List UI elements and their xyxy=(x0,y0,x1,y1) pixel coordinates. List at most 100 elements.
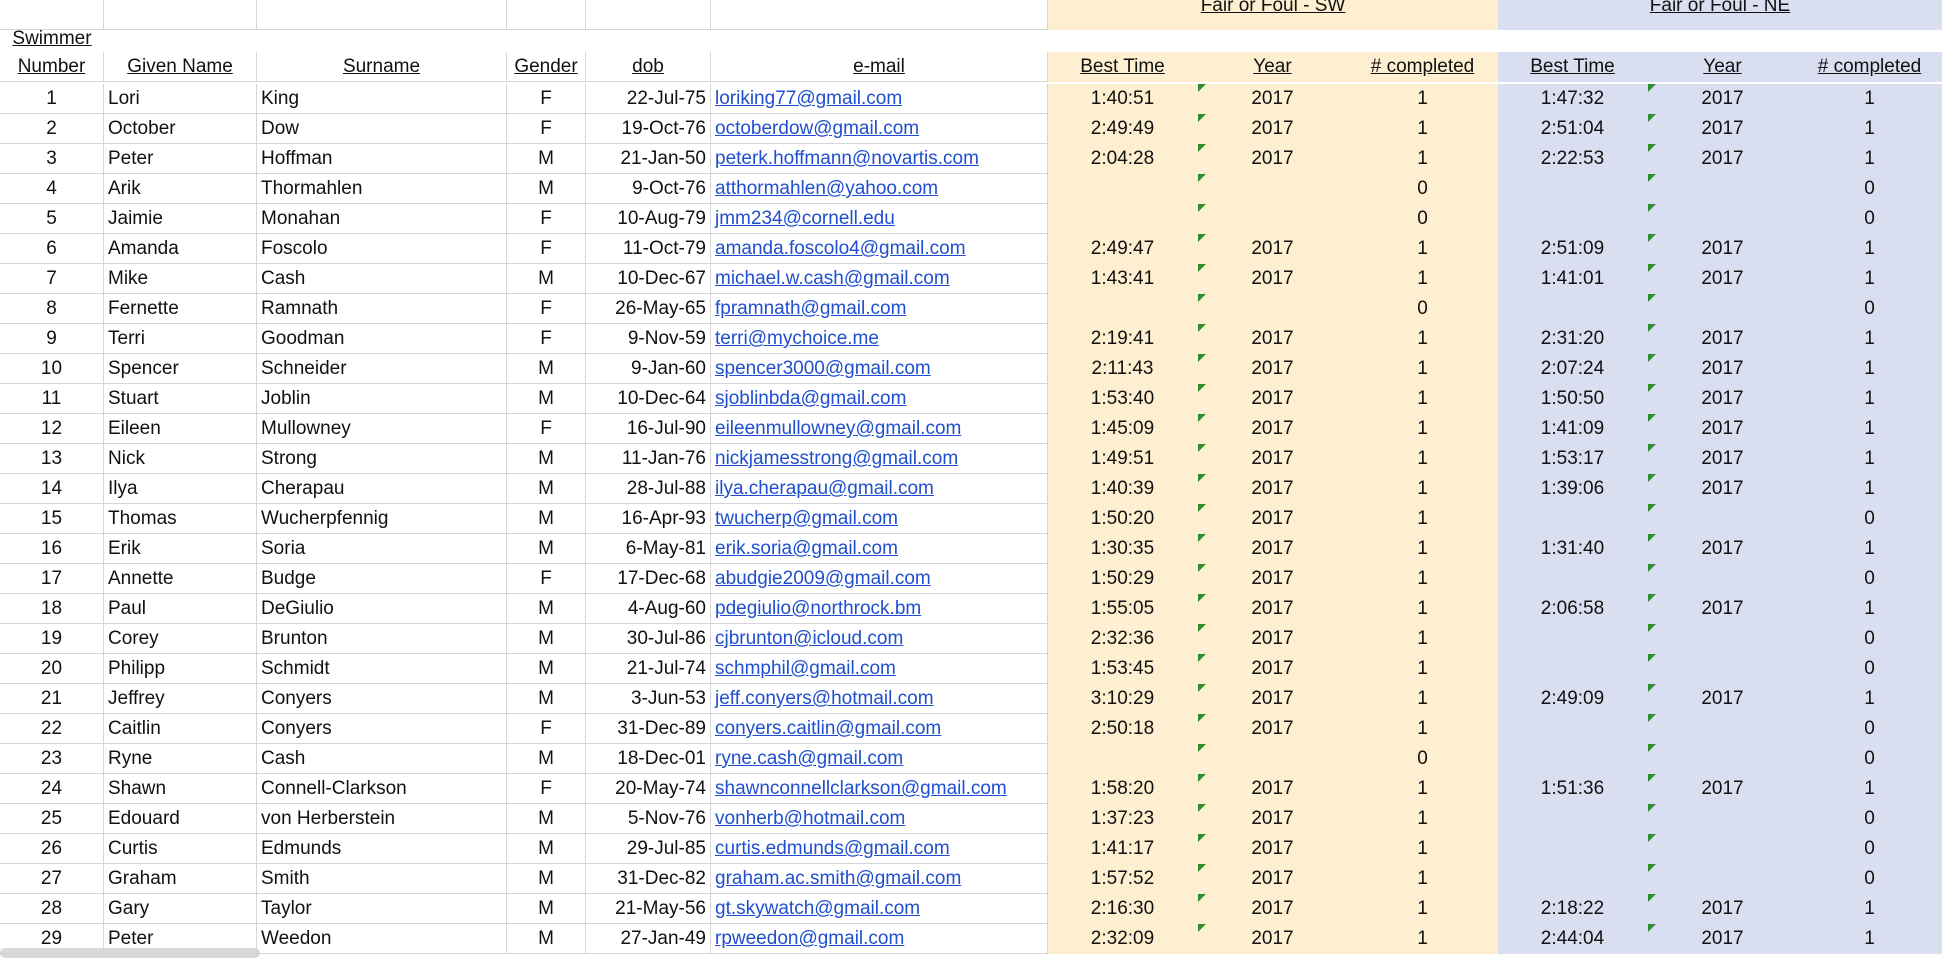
cell-ne-year[interactable]: 2017 xyxy=(1648,894,1798,924)
cell-ne-completed[interactable]: 0 xyxy=(1798,714,1942,744)
cell-surname[interactable]: Weedon xyxy=(257,924,507,954)
cell-sw-year[interactable]: 2017 xyxy=(1198,114,1348,144)
cell-ne-year[interactable]: 2017 xyxy=(1648,594,1798,624)
cell-dob[interactable]: 9-Oct-76 xyxy=(586,174,711,204)
cell-sw-year[interactable]: 2017 xyxy=(1198,264,1348,294)
cell-sw-completed[interactable]: 1 xyxy=(1348,624,1498,654)
cell-given-name[interactable]: Caitlin xyxy=(104,714,257,744)
header-email[interactable]: e-mail xyxy=(711,52,1048,82)
cell-ne-completed[interactable]: 0 xyxy=(1798,204,1942,234)
cell-given-name[interactable]: Annette xyxy=(104,564,257,594)
cell-ne-best-time[interactable]: 1:53:17 xyxy=(1498,444,1648,474)
cell-sw-completed[interactable]: 1 xyxy=(1348,534,1498,564)
cell-sw-best-time[interactable]: 1:55:05 xyxy=(1048,594,1198,624)
cell-sw-year[interactable]: 2017 xyxy=(1198,564,1348,594)
group-header-sw[interactable]: Fair or Foul - SW xyxy=(1048,0,1498,30)
cell-email[interactable]: pdegiulio@northrock.bm xyxy=(711,594,1048,624)
cell-given-name[interactable]: Graham xyxy=(104,864,257,894)
cell-gender[interactable]: F xyxy=(507,114,586,144)
cell-email[interactable]: amanda.foscolo4@gmail.com xyxy=(711,234,1048,264)
cell-sw-completed[interactable]: 1 xyxy=(1348,924,1498,954)
email-link[interactable]: peterk.hoffmann@novartis.com xyxy=(715,148,979,169)
cell-sw-completed[interactable]: 1 xyxy=(1348,654,1498,684)
cell-ne-completed[interactable]: 1 xyxy=(1798,384,1942,414)
cell-email[interactable]: atthormahlen@yahoo.com xyxy=(711,174,1048,204)
cell-number[interactable]: 18 xyxy=(0,594,104,624)
cell-email[interactable]: octoberdow@gmail.com xyxy=(711,114,1048,144)
email-link[interactable]: cjbrunton@icloud.com xyxy=(715,628,903,649)
spreadsheet-grid[interactable]: Fair or Foul - SW Fair or Foul - NE Swim… xyxy=(0,0,1942,958)
cell-sw-completed[interactable]: 0 xyxy=(1348,174,1498,204)
cell-surname[interactable]: Monahan xyxy=(257,204,507,234)
cell-given-name[interactable]: Peter xyxy=(104,144,257,174)
cell-sw-best-time[interactable] xyxy=(1048,294,1198,324)
cell-email[interactable]: gt.skywatch@gmail.com xyxy=(711,894,1048,924)
cell-number[interactable]: 1 xyxy=(0,84,104,114)
email-link[interactable]: ryne.cash@gmail.com xyxy=(715,748,903,769)
cell-ne-year[interactable]: 2017 xyxy=(1648,144,1798,174)
cell-email[interactable]: nickjamesstrong@gmail.com xyxy=(711,444,1048,474)
cell-surname[interactable]: DeGiulio xyxy=(257,594,507,624)
cell-ne-completed[interactable]: 0 xyxy=(1798,654,1942,684)
cell-dob[interactable]: 10-Aug-79 xyxy=(586,204,711,234)
cell-email[interactable]: terri@mychoice.me xyxy=(711,324,1048,354)
cell-gender[interactable]: M xyxy=(507,864,586,894)
cell-sw-completed[interactable]: 1 xyxy=(1348,324,1498,354)
cell-given-name[interactable]: Jaimie xyxy=(104,204,257,234)
cell-given-name[interactable]: Lori xyxy=(104,84,257,114)
cell-sw-best-time[interactable]: 2:04:28 xyxy=(1048,144,1198,174)
cell-surname[interactable]: Joblin xyxy=(257,384,507,414)
cell-sw-year[interactable]: 2017 xyxy=(1198,324,1348,354)
cell-ne-year[interactable] xyxy=(1648,504,1798,534)
cell-ne-best-time[interactable]: 1:47:32 xyxy=(1498,84,1648,114)
cell-sw-year[interactable]: 2017 xyxy=(1198,444,1348,474)
cell-surname[interactable]: Wucherpfennig xyxy=(257,504,507,534)
cell-number[interactable]: 2 xyxy=(0,114,104,144)
cell-header-blank[interactable] xyxy=(104,0,257,30)
email-link[interactable]: amanda.foscolo4@gmail.com xyxy=(715,238,966,259)
cell-number[interactable]: 28 xyxy=(0,894,104,924)
email-link[interactable]: michael.w.cash@gmail.com xyxy=(715,268,950,289)
cell-number[interactable]: 5 xyxy=(0,204,104,234)
cell-ne-best-time[interactable]: 1:39:06 xyxy=(1498,474,1648,504)
cell-gender[interactable]: M xyxy=(507,504,586,534)
cell-ne-year[interactable] xyxy=(1648,564,1798,594)
cell-ne-completed[interactable]: 1 xyxy=(1798,414,1942,444)
cell-surname[interactable]: King xyxy=(257,84,507,114)
cell-dob[interactable]: 26-May-65 xyxy=(586,294,711,324)
cell-dob[interactable]: 3-Jun-53 xyxy=(586,684,711,714)
cell-sw-year[interactable]: 2017 xyxy=(1198,864,1348,894)
cell-surname[interactable]: Schneider xyxy=(257,354,507,384)
email-link[interactable]: fpramnath@gmail.com xyxy=(715,298,906,319)
cell-surname[interactable]: Strong xyxy=(257,444,507,474)
cell-ne-completed[interactable]: 0 xyxy=(1798,564,1942,594)
email-link[interactable]: terri@mychoice.me xyxy=(715,328,879,349)
cell-dob[interactable]: 20-May-74 xyxy=(586,774,711,804)
cell-surname[interactable]: Ramnath xyxy=(257,294,507,324)
cell-gender[interactable]: F xyxy=(507,234,586,264)
header-surname[interactable]: Surname xyxy=(257,52,507,82)
cell-ne-best-time[interactable]: 2:22:53 xyxy=(1498,144,1648,174)
cell-sw-completed[interactable]: 1 xyxy=(1348,504,1498,534)
cell-surname[interactable]: Cash xyxy=(257,264,507,294)
cell-gender[interactable]: F xyxy=(507,324,586,354)
cell-ne-best-time[interactable] xyxy=(1498,564,1648,594)
horizontal-scrollbar[interactable] xyxy=(0,948,260,958)
cell-ne-completed[interactable]: 1 xyxy=(1798,354,1942,384)
cell-sw-year[interactable] xyxy=(1198,174,1348,204)
cell-given-name[interactable]: Amanda xyxy=(104,234,257,264)
cell-sw-year[interactable]: 2017 xyxy=(1198,834,1348,864)
cell-surname[interactable]: Edmunds xyxy=(257,834,507,864)
cell-surname[interactable]: Cash xyxy=(257,744,507,774)
cell-number[interactable]: 16 xyxy=(0,534,104,564)
cell-number[interactable]: 3 xyxy=(0,144,104,174)
cell-gender[interactable]: F xyxy=(507,564,586,594)
cell-number[interactable]: 19 xyxy=(0,624,104,654)
cell-sw-year[interactable]: 2017 xyxy=(1198,234,1348,264)
header-ne-completed[interactable]: # completed xyxy=(1798,52,1942,82)
header-sw-year[interactable]: Year xyxy=(1198,52,1348,82)
cell-given-name[interactable]: Philipp xyxy=(104,654,257,684)
cell-dob[interactable]: 9-Jan-60 xyxy=(586,354,711,384)
cell-gender[interactable]: M xyxy=(507,624,586,654)
cell-surname[interactable]: Dow xyxy=(257,114,507,144)
